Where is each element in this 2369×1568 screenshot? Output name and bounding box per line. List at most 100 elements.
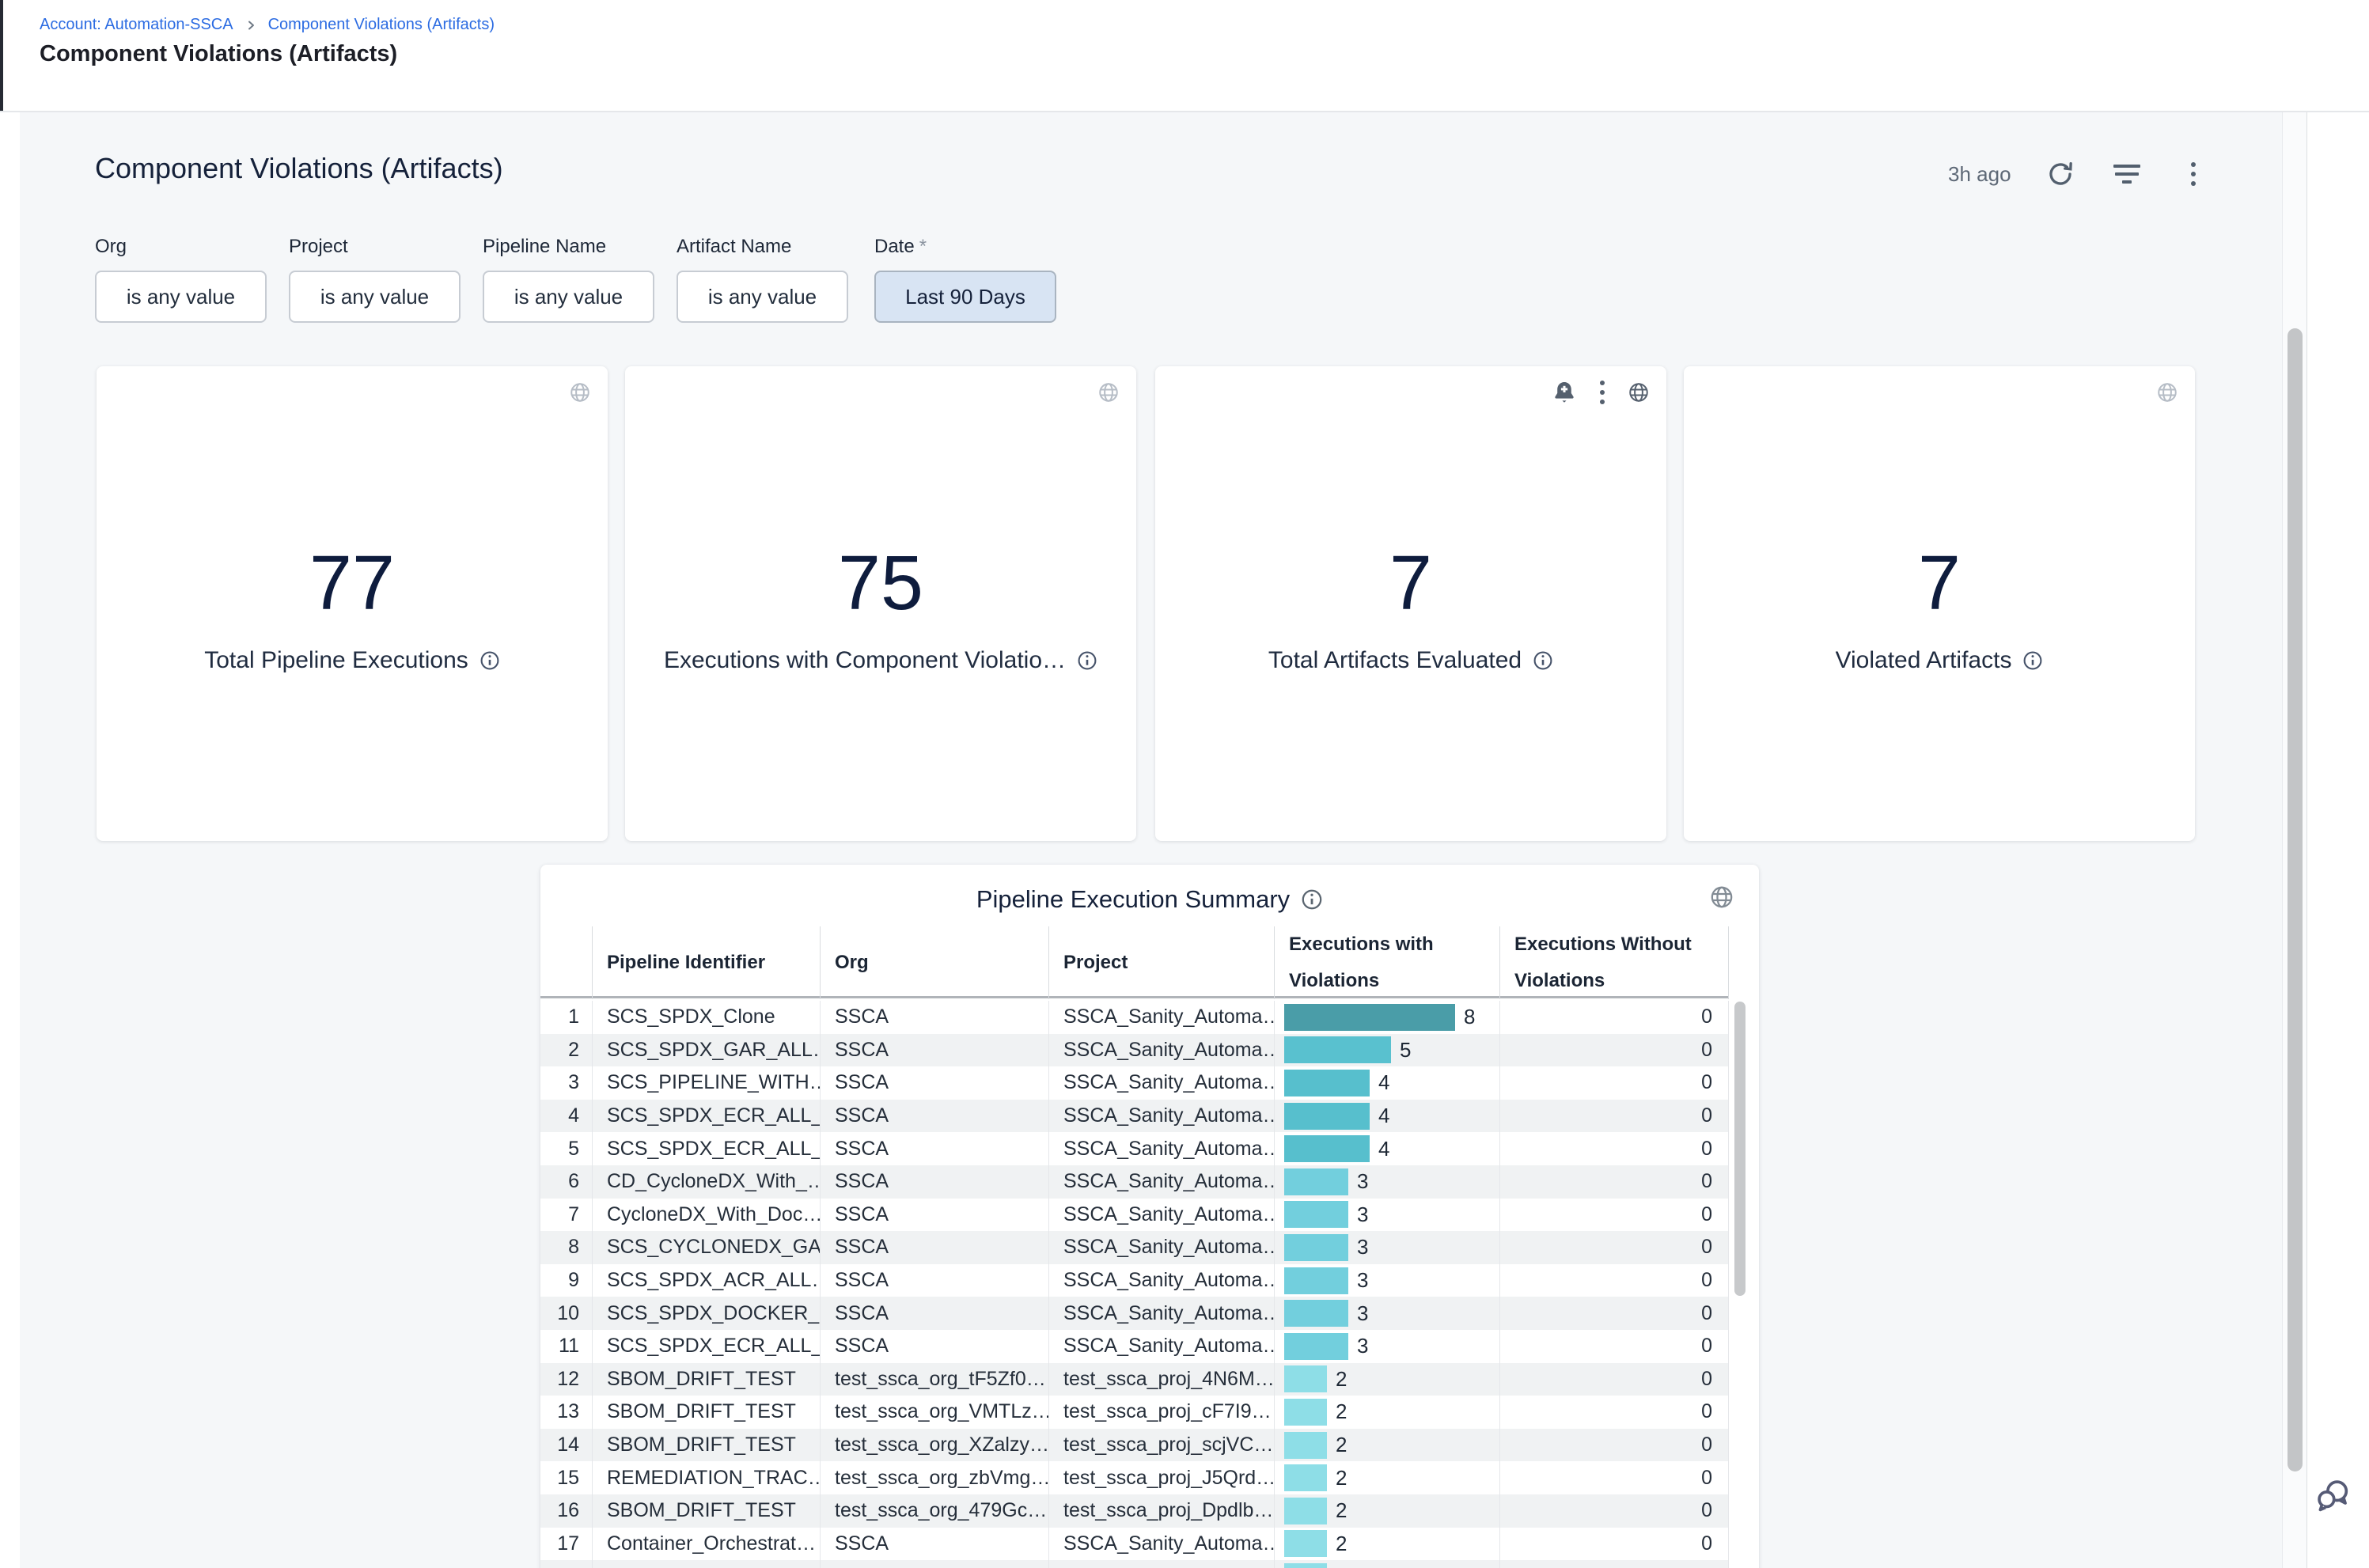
- violations-bar[interactable]: [1284, 1365, 1327, 1392]
- page-scrollbar-track[interactable]: [2282, 112, 2307, 1568]
- cell-project[interactable]: test_ssca_proj_scjVC…: [1048, 1429, 1274, 1462]
- cell-pipeline-identifier[interactable]: SCS_PIPELINE_WITH…: [592, 1066, 820, 1100]
- refresh-icon[interactable]: [2043, 157, 2078, 191]
- cell-pipeline-identifier[interactable]: CycloneDX_With_Doc…: [592, 1199, 820, 1232]
- cell-project[interactable]: SSCA_Sanity_Automa…: [1048, 1034, 1274, 1067]
- cell-executions-with-violations[interactable]: 3: [1274, 1199, 1499, 1232]
- violations-bar[interactable]: [1284, 1432, 1327, 1459]
- cell-org[interactable]: SSCA: [820, 1231, 1048, 1264]
- cell-org[interactable]: test_ssca_org_XZalzy…: [820, 1429, 1048, 1462]
- cell-pipeline-identifier[interactable]: SBOM_DRIFT_TEST: [592, 1429, 820, 1462]
- more-options-icon[interactable]: [2176, 157, 2211, 191]
- cell-executions-with-violations[interactable]: 2: [1274, 1461, 1499, 1494]
- column-header-pipeline-identifier[interactable]: Pipeline Identifier: [592, 926, 820, 999]
- support-chat-icon[interactable]: [2312, 1475, 2353, 1516]
- filter-date-value[interactable]: Last 90 Days: [874, 271, 1056, 323]
- cell-project[interactable]: test_ssca_proj_cF7I9…: [1048, 1396, 1274, 1429]
- cell-executions-without-violations[interactable]: 0: [1499, 1494, 1729, 1528]
- cell-executions-with-violations[interactable]: 4: [1274, 1132, 1499, 1165]
- cell-pipeline-identifier[interactable]: SCS_SPDX_ACR_ALL…: [592, 1264, 820, 1297]
- cell-org[interactable]: [820, 1560, 1048, 1568]
- cell-executions-with-violations[interactable]: 4: [1274, 1066, 1499, 1100]
- column-header-project[interactable]: Project: [1048, 926, 1274, 999]
- cell-executions-without-violations[interactable]: 0: [1499, 1528, 1729, 1561]
- cell-org[interactable]: SSCA: [820, 1199, 1048, 1232]
- cell-project[interactable]: SSCA_Sanity_Automa…: [1048, 1001, 1274, 1034]
- table-scrollbar-thumb[interactable]: [1734, 1002, 1745, 1296]
- cell-executions-without-violations[interactable]: 0: [1499, 1001, 1729, 1034]
- cell-project[interactable]: test_ssca_proj_4N6M…: [1048, 1363, 1274, 1396]
- filter-project-value[interactable]: is any value: [289, 271, 461, 323]
- filter-org-value[interactable]: is any value: [95, 271, 267, 323]
- cell-org[interactable]: SSCA: [820, 1330, 1048, 1363]
- violations-bar[interactable]: [1284, 1168, 1348, 1195]
- cell-pipeline-identifier[interactable]: SCS_SPDX_ECR_ALL_…: [592, 1100, 820, 1133]
- cell-pipeline-identifier[interactable]: SCS_SPDX_Clone: [592, 1001, 820, 1034]
- info-icon[interactable]: [1077, 650, 1097, 671]
- violations-bar[interactable]: [1284, 1300, 1348, 1327]
- cell-executions-without-violations[interactable]: 0: [1499, 1461, 1729, 1494]
- violations-bar[interactable]: [1284, 1004, 1455, 1031]
- violations-bar[interactable]: [1284, 1530, 1327, 1557]
- cell-org[interactable]: SSCA: [820, 1528, 1048, 1561]
- filter-pipeline-name-value[interactable]: is any value: [483, 271, 654, 323]
- cell-executions-with-violations[interactable]: 3: [1274, 1231, 1499, 1264]
- cell-org[interactable]: SSCA: [820, 1297, 1048, 1330]
- cell-org[interactable]: SSCA: [820, 1066, 1048, 1100]
- cell-pipeline-identifier[interactable]: SBOM_DRIFT_TEST: [592, 1396, 820, 1429]
- violations-bar[interactable]: [1284, 1498, 1327, 1524]
- cell-executions-with-violations[interactable]: 4: [1274, 1100, 1499, 1133]
- cell-pipeline-identifier[interactable]: SCS_SPDX_ECR_ALL_…: [592, 1330, 820, 1363]
- cell-project[interactable]: [1048, 1560, 1274, 1568]
- cell-executions-with-violations[interactable]: 3: [1274, 1297, 1499, 1330]
- cell-pipeline-identifier[interactable]: REMEDIATION_TRAC…: [592, 1461, 820, 1494]
- cell-pipeline-identifier[interactable]: SCS_CYCLONEDX_GA…: [592, 1231, 820, 1264]
- cell-executions-without-violations[interactable]: 0: [1499, 1330, 1729, 1363]
- cell-executions-without-violations[interactable]: 0: [1499, 1199, 1729, 1232]
- cell-executions-without-violations[interactable]: [1499, 1560, 1729, 1568]
- column-header-executions-with-violations[interactable]: Executions with Violations: [1274, 926, 1499, 999]
- cell-executions-with-violations[interactable]: [1274, 1560, 1499, 1568]
- cell-project[interactable]: SSCA_Sanity_Automa…: [1048, 1100, 1274, 1133]
- cell-executions-with-violations[interactable]: 2: [1274, 1396, 1499, 1429]
- cell-executions-without-violations[interactable]: 0: [1499, 1363, 1729, 1396]
- cell-org[interactable]: test_ssca_org_479Gc…: [820, 1494, 1048, 1528]
- cell-org[interactable]: test_ssca_org_zbVmg…: [820, 1461, 1048, 1494]
- cell-pipeline-identifier[interactable]: SCS_SPDX_GAR_ALL…: [592, 1034, 820, 1067]
- cell-project[interactable]: SSCA_Sanity_Automa…: [1048, 1528, 1274, 1561]
- cell-executions-with-violations[interactable]: 3: [1274, 1264, 1499, 1297]
- violations-bar[interactable]: [1284, 1464, 1327, 1491]
- cell-pipeline-identifier[interactable]: Container_Orchestrat…: [592, 1528, 820, 1561]
- violations-bar[interactable]: [1284, 1234, 1348, 1261]
- violations-bar[interactable]: [1284, 1135, 1370, 1162]
- violations-bar[interactable]: [1284, 1399, 1327, 1426]
- cell-pipeline-identifier[interactable]: [592, 1560, 820, 1568]
- cell-executions-without-violations[interactable]: 0: [1499, 1132, 1729, 1165]
- cell-project[interactable]: SSCA_Sanity_Automa…: [1048, 1199, 1274, 1232]
- cell-project[interactable]: SSCA_Sanity_Automa…: [1048, 1132, 1274, 1165]
- cell-project[interactable]: test_ssca_proj_Dpdlb…: [1048, 1494, 1274, 1528]
- violations-bar[interactable]: [1284, 1070, 1370, 1096]
- violations-bar[interactable]: [1284, 1036, 1391, 1063]
- violations-bar[interactable]: [1284, 1333, 1348, 1360]
- column-header-org[interactable]: Org: [820, 926, 1048, 999]
- cell-project[interactable]: test_ssca_proj_J5Qrd…: [1048, 1461, 1274, 1494]
- page-scrollbar-thumb[interactable]: [2288, 328, 2303, 1471]
- cell-executions-without-violations[interactable]: 0: [1499, 1429, 1729, 1462]
- cell-pipeline-identifier[interactable]: CD_CycloneDX_With_…: [592, 1165, 820, 1199]
- cell-project[interactable]: SSCA_Sanity_Automa…: [1048, 1264, 1274, 1297]
- dashboard-filter-icon[interactable]: [2109, 157, 2144, 191]
- info-icon[interactable]: [2022, 650, 2043, 671]
- cell-executions-with-violations[interactable]: 2: [1274, 1429, 1499, 1462]
- cell-project[interactable]: SSCA_Sanity_Automa…: [1048, 1297, 1274, 1330]
- cell-project[interactable]: SSCA_Sanity_Automa…: [1048, 1165, 1274, 1199]
- cell-org[interactable]: SSCA: [820, 1100, 1048, 1133]
- cell-executions-with-violations[interactable]: 3: [1274, 1165, 1499, 1199]
- violations-bar[interactable]: [1284, 1563, 1327, 1568]
- cell-executions-without-violations[interactable]: 0: [1499, 1297, 1729, 1330]
- cell-executions-with-violations[interactable]: 5: [1274, 1034, 1499, 1067]
- globe-icon[interactable]: [1708, 884, 1735, 915]
- cell-executions-without-violations[interactable]: 0: [1499, 1066, 1729, 1100]
- filter-artifact-name-value[interactable]: is any value: [677, 271, 848, 323]
- cell-org[interactable]: test_ssca_org_tF5Zf0…: [820, 1363, 1048, 1396]
